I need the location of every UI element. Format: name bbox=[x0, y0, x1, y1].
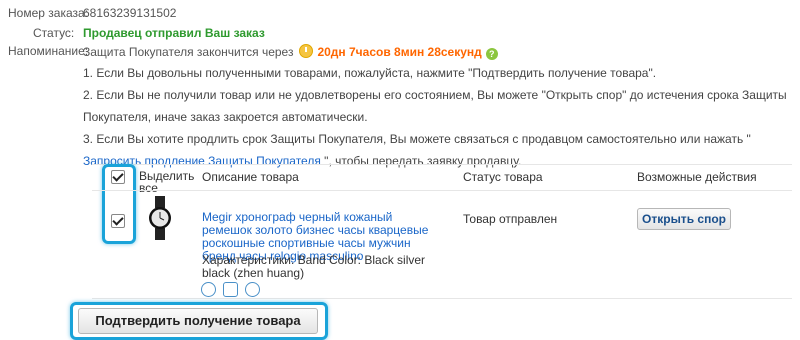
item-specs: Характеристики: Band Color: Black silver… bbox=[202, 253, 426, 280]
reminder-text: Защита Покупателя закончится через bbox=[83, 45, 294, 59]
item-checkbox[interactable] bbox=[111, 214, 125, 228]
note-3-text-pre: 3. Если Вы хотите продлить срок Защиты П… bbox=[83, 132, 751, 146]
note-3-text-post: ", чтобы передать заявку продавцу. bbox=[320, 154, 522, 168]
table-top-divider bbox=[92, 164, 792, 165]
calendar-icon[interactable] bbox=[223, 282, 238, 297]
confirm-receipt-button[interactable]: Подтвердить получение товара bbox=[78, 308, 318, 334]
reminder-row: Напоминание: Защита Покупателя закончитс… bbox=[0, 44, 800, 62]
refresh-icon[interactable] bbox=[245, 282, 260, 297]
select-all-checkbox[interactable] bbox=[111, 170, 125, 184]
note-3: 3. Если Вы хотите продлить срок Защиты П… bbox=[83, 128, 788, 172]
countdown-timer: 20дн 7часов 8мин 28секунд bbox=[317, 45, 482, 59]
watch-thumbnail[interactable] bbox=[147, 196, 173, 240]
order-number-label: Номер заказа: bbox=[8, 6, 89, 20]
order-status-label: Статус: bbox=[33, 26, 75, 40]
item-status: Товар отправлен bbox=[463, 212, 558, 226]
clock-icon bbox=[299, 44, 314, 58]
help-icon[interactable]: ? bbox=[485, 48, 498, 60]
description-header: Описание товара bbox=[202, 170, 299, 184]
reminder-label: Напоминание: bbox=[8, 44, 89, 58]
order-status-value: Продавец отправил Ваш заказ bbox=[83, 26, 265, 40]
status-header: Статус товара bbox=[463, 170, 543, 184]
table-bottom-divider bbox=[92, 298, 792, 299]
reminder-content: Защита Покупателя закончится через 20дн 7… bbox=[83, 44, 498, 60]
order-number-value: 68163239131502 bbox=[83, 6, 177, 20]
table-header-divider bbox=[92, 190, 792, 191]
alarm-icon[interactable] bbox=[201, 282, 216, 297]
note-1: 1. Если Вы довольны полученными товарами… bbox=[83, 66, 657, 80]
actions-header: Возможные действия bbox=[637, 170, 757, 184]
note-2: 2. Если Вы не получили товар или не удов… bbox=[83, 88, 787, 124]
open-dispute-button[interactable]: Открыть спор bbox=[637, 208, 731, 230]
